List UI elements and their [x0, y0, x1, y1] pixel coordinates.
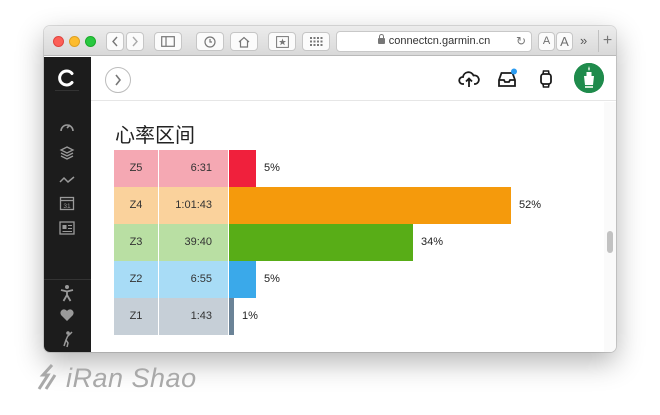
sidebar-divider [44, 279, 91, 280]
chevron-right-icon [132, 36, 138, 47]
zone-label: Z4 [114, 187, 158, 224]
bookmarks-button[interactable] [268, 32, 296, 51]
star-icon [275, 36, 289, 48]
sidebar-icon [161, 36, 175, 47]
zone-time: 6:31 [159, 150, 228, 187]
browser-titlebar: connectcn.garmin.cn ↻ A A » + [44, 26, 616, 56]
app-header [91, 57, 616, 101]
reload-icon[interactable]: ↻ [516, 32, 526, 51]
zone-time: 6:55 [159, 261, 228, 298]
zone-bar [229, 298, 234, 335]
calendar-icon[interactable]: 31 [58, 195, 76, 213]
close-window-button[interactable] [53, 36, 64, 47]
home-button[interactable] [230, 32, 258, 51]
zone-bar [229, 187, 511, 224]
watermark: iRan Shao [36, 362, 197, 394]
address-bar[interactable]: connectcn.garmin.cn ↻ [336, 31, 532, 52]
grid-icon [309, 37, 322, 46]
overflow-button[interactable]: » [580, 32, 587, 50]
app-sidebar: 31 [44, 57, 91, 352]
sidebar-toggle-button[interactable] [154, 32, 182, 51]
activity-person-icon[interactable] [58, 284, 76, 302]
zone-label: Z2 [114, 261, 158, 298]
lock-icon [377, 34, 385, 44]
main-content: 心率区间 Z5 6:31 5% Z4 1:01:43 52% Z3 39:40 34% Z2 6:5… [91, 102, 604, 352]
notification-dot [511, 68, 517, 75]
dashboard-icon[interactable] [58, 120, 76, 138]
watermark-logo-icon [37, 363, 57, 390]
reports-icon[interactable] [58, 221, 76, 239]
text-smaller-button[interactable]: A [538, 32, 555, 51]
heart-icon[interactable] [58, 308, 76, 326]
scrollbar-thumb[interactable] [607, 231, 613, 253]
calendar-day: 31 [63, 203, 71, 210]
zone-percent: 34% [421, 236, 444, 248]
zone-time: 1:01:43 [159, 187, 228, 224]
zone-bar [229, 261, 256, 298]
inbox-icon[interactable] [496, 68, 518, 90]
top-sites-button[interactable] [302, 32, 330, 51]
clock-icon [204, 36, 216, 48]
forward-button[interactable] [126, 32, 144, 51]
layers-icon[interactable] [58, 145, 76, 163]
zone-percent: 1% [242, 310, 258, 322]
page-back-button[interactable] [105, 67, 131, 93]
zone-time: 39:40 [159, 224, 228, 261]
upload-cloud-icon[interactable] [458, 68, 480, 90]
new-tab-button[interactable]: + [598, 30, 616, 52]
zone-percent: 5% [264, 273, 280, 285]
minimize-window-button[interactable] [69, 36, 80, 47]
back-button[interactable] [106, 32, 124, 51]
garmin-connect-logo[interactable] [55, 67, 79, 91]
zone-bar [229, 150, 256, 187]
chevron-left-icon [112, 36, 118, 47]
zone-bar [229, 224, 413, 261]
zone-label: Z5 [114, 150, 158, 187]
scrollbar[interactable] [604, 102, 616, 352]
watch-icon[interactable] [535, 68, 557, 90]
zone-percent: 5% [264, 162, 280, 174]
avatar[interactable] [574, 63, 604, 93]
golf-icon[interactable] [58, 330, 76, 348]
trend-icon[interactable] [58, 171, 76, 189]
history-button[interactable] [196, 32, 224, 51]
text-larger-button[interactable]: A [556, 32, 573, 51]
chevron-right-icon [115, 74, 122, 86]
watermark-text: iRan Shao [66, 363, 197, 393]
browser-window: connectcn.garmin.cn ↻ A A » + 31 心率区间 Z5… [44, 26, 616, 352]
zoom-window-button[interactable] [85, 36, 96, 47]
url-text: connectcn.garmin.cn [388, 35, 491, 47]
section-title: 心率区间 [115, 125, 195, 147]
zone-label: Z1 [114, 298, 158, 335]
zone-label: Z3 [114, 224, 158, 261]
zone-time: 1:43 [159, 298, 228, 335]
home-icon [238, 36, 250, 48]
zone-percent: 52% [519, 199, 542, 211]
